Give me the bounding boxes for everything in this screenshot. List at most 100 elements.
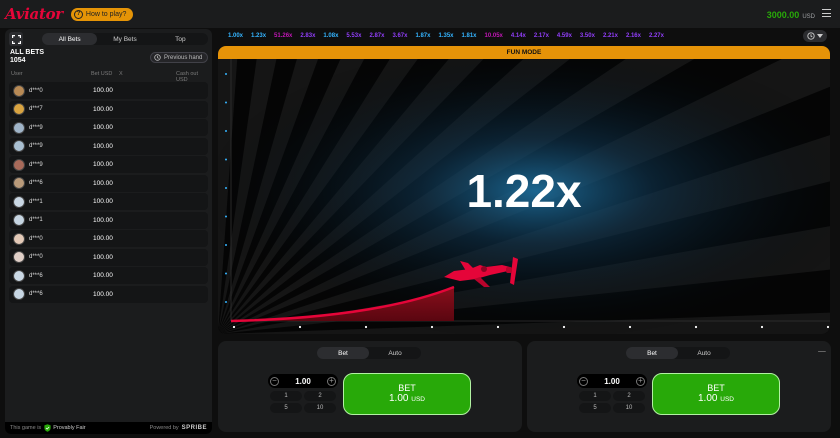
bets-tabs: All Bets My Bets Top [42,33,208,45]
quick-amount-button[interactable]: 10 [304,403,336,413]
avatar [13,84,25,97]
quick-amount-button[interactable]: 1 [270,391,302,401]
table-row: d***9 100.00 [9,156,208,173]
bet-amount: 100.00 [93,290,113,298]
x-axis-dot [232,325,236,329]
quick-amount-button[interactable]: 5 [579,403,611,413]
balance-currency: USD [802,14,815,20]
previous-hand-button[interactable]: Previous hand [150,52,209,63]
bet-amount: 100.00 [93,124,113,131]
history-multiplier[interactable]: 1.87x [415,33,430,39]
username: d***6 [29,272,43,279]
history-multiplier[interactable]: 2.27x [649,33,664,39]
chevron-down-icon [817,34,823,38]
remove-panel-icon[interactable]: −− [818,347,826,356]
y-axis-dot [225,158,227,161]
table-row: d***9 100.00 [9,137,208,155]
history-multiplier[interactable]: 51.26x [274,33,292,39]
fullscreen-icon [11,34,21,44]
y-axis-dot [225,101,227,104]
tab-bet[interactable]: Bet [626,347,678,359]
how-to-play-button[interactable]: ? How to play? [70,7,134,21]
spribe-logo: SPRIBE [181,425,207,431]
history-multiplier[interactable]: 3.50x [580,33,595,39]
tab-auto[interactable]: Auto [369,347,421,359]
history-multiplier[interactable]: 3.67x [392,33,407,39]
col-user: User [11,71,23,77]
table-row: d***1 100.00 [9,193,208,210]
tab-all-bets[interactable]: All Bets [42,33,98,45]
history-toggle-button[interactable] [803,30,827,42]
bet-button[interactable]: BET 1.00 USD [343,373,471,415]
bet-amount-value[interactable]: 1.00 [604,377,620,386]
bet-panel-1: Bet Auto − 1.00 + 1 2 5 10 BET 1.00 USD [218,341,522,432]
plus-icon[interactable]: + [326,376,336,386]
tab-top[interactable]: Top [153,33,208,45]
avatar [13,232,25,245]
history-multiplier[interactable]: 2.21x [603,33,618,39]
quick-amount-button[interactable]: 2 [304,391,336,401]
tab-auto[interactable]: Auto [678,347,730,359]
previous-hand-label: Previous hand [164,54,203,61]
top-bar: Aviator ? How to play? 3000.00 USD [0,0,840,28]
shield-check-icon [44,424,51,432]
fair-prefix: This game is [10,425,42,431]
history-multiplier[interactable]: 5.53x [346,33,361,39]
username: d***6 [29,291,43,297]
current-multiplier: 1.22x [466,165,582,217]
bet-amount-value[interactable]: 1.00 [295,377,311,386]
tab-bet[interactable]: Bet [317,347,369,359]
history-multiplier[interactable]: 2.17x [534,33,549,39]
y-axis-dot [225,272,227,275]
history-icon [807,32,815,40]
y-axis-dot [225,244,227,246]
provably-fair-link[interactable]: Provably Fair [53,425,85,431]
history-multiplier[interactable]: 1.23x [251,33,266,39]
history-multiplier[interactable]: 1.00x [228,33,243,39]
quick-amount-button[interactable]: 10 [613,403,645,413]
table-row: d***6 100.00 [9,174,208,192]
quick-amount-button[interactable]: 1 [579,391,611,401]
username: d***7 [29,106,43,112]
question-icon: ? [73,9,83,19]
tab-my-bets[interactable]: My Bets [97,33,152,45]
bets-list: d***0 100.00 d***7 100.00 d***9 100.00 d***… [9,82,208,304]
bet-amount: 100.00 [93,179,113,187]
bet-mode-tabs: Bet Auto [317,347,421,359]
bet-amount: 100.00 [93,253,113,261]
quick-amount-button[interactable]: 5 [270,403,302,413]
bets-table-header: User Bet USD X Cash out USD [9,71,208,83]
aviator-logo[interactable]: Aviator [5,5,63,23]
table-row: d***0 100.00 [9,248,208,266]
avatar [13,140,25,152]
avatar [13,288,25,300]
bet-amount: 100.00 [93,272,113,279]
history-multiplier[interactable]: 4.59x [557,33,572,39]
table-row: d***0 100.00 [9,230,208,247]
avatar [13,251,25,263]
bet-amount: 100.00 [93,142,113,150]
expand-button[interactable] [9,32,23,46]
table-row: d***0 100.00 [9,82,208,99]
how-to-play-label: How to play? [85,10,127,18]
bets-panel: All Bets My Bets Top ALL BETS 1054 Previ… [5,29,212,434]
quick-amount-button[interactable]: 2 [613,391,645,401]
avatar [13,158,25,171]
history-multiplier[interactable]: 4.14x [511,33,526,39]
minus-icon[interactable]: − [270,376,279,386]
history-multiplier[interactable]: 2.16x [626,33,641,39]
history-multiplier[interactable]: 1.81x [462,33,477,39]
col-bet: Bet USD [91,71,113,77]
history-multiplier[interactable]: 2.87x [369,33,384,39]
history-multiplier[interactable]: 10.05x [485,33,503,39]
bet-button[interactable]: BET 1.00 USD [652,373,780,415]
avatar [13,103,25,115]
table-row: d***6 100.00 [9,285,208,303]
history-multiplier[interactable]: 2.83x [300,33,315,39]
plus-icon[interactable]: + [635,376,645,386]
hamburger-menu-icon[interactable] [822,9,831,20]
history-multiplier[interactable]: 1.35x [438,33,453,39]
table-row: d***1 100.00 [9,211,208,229]
minus-icon[interactable]: − [579,376,588,386]
history-multiplier[interactable]: 1.08x [323,33,338,39]
